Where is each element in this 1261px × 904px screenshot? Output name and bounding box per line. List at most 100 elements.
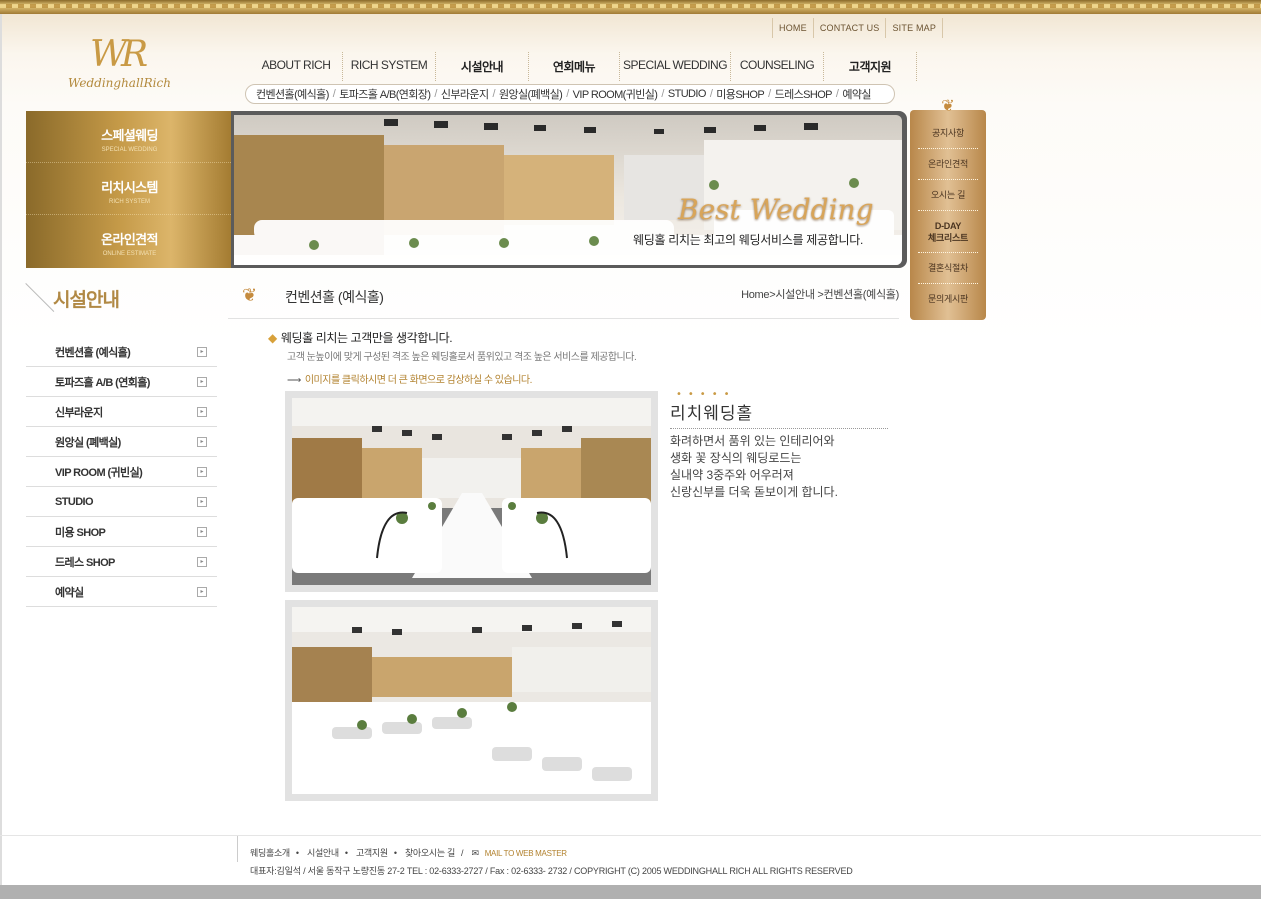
lnb-item-dress-shop[interactable]: 드레스 SHOP ▸: [26, 547, 217, 577]
subnav-topaz-hall[interactable]: 토파즈홀 A/B(연회장): [339, 86, 431, 102]
lnb-item-beauty-shop[interactable]: 미용 SHOP ▸: [26, 517, 217, 547]
quick-dday-label: D-DAY: [934, 221, 962, 231]
left-nav: 컨벤션홀 (예식홀) ▸ 토파즈홀 A/B (연회홀) ▸ 신부라운지 ▸ 원앙실 (…: [26, 337, 217, 607]
arrow-right-icon: ▸: [197, 496, 207, 507]
gnb-rich-system[interactable]: RICH SYSTEM: [343, 52, 436, 81]
lnb-item-convention-hall[interactable]: 컨벤션홀 (예식홀) ▸: [26, 337, 217, 367]
hall-photo-aisle[interactable]: [285, 391, 658, 592]
footer-link-directions[interactable]: 찾아오시는 길: [405, 848, 455, 858]
gnb-customer-support[interactable]: 고객지원: [824, 52, 917, 81]
subnav-beauty-shop[interactable]: 미용SHOP: [716, 86, 764, 102]
feature-online-estimate[interactable]: 온라인견적 ONLINE ESTIMATE: [26, 215, 233, 267]
subnav-separator: /: [332, 88, 336, 100]
page-title: 컨벤션홀 (예식홀): [285, 289, 384, 305]
mail-icon: ✉: [471, 848, 479, 858]
footer-link-about[interactable]: 웨딩홀소개: [250, 848, 290, 858]
subnav-separator: /: [709, 88, 713, 100]
footer: 웨딩홀소개 • 시설안내 • 고객지원 • 찾아오시는 길 / ✉ MAIL TO WEB…: [0, 835, 1261, 886]
hall-photo-seating[interactable]: [285, 600, 658, 801]
quick-notice[interactable]: 공지사항: [918, 118, 978, 149]
lnb-item-bride-lounge[interactable]: 신부라운지 ▸: [26, 397, 217, 427]
subnav-bride-lounge[interactable]: 신부라운지: [441, 86, 489, 102]
content-header: ❦ 컨벤션홀 (예식홀) Home>시설안내 >컨벤션홀(예식홀): [228, 280, 899, 319]
feature-sublabel: RICH SYSTEM: [108, 199, 150, 205]
subnav-studio[interactable]: STUDIO: [668, 88, 707, 100]
ornament-icon: ❦: [941, 96, 955, 115]
lnb-item-studio[interactable]: STUDIO ▸: [26, 487, 217, 517]
subnav-separator: /: [835, 88, 839, 100]
lnb-item-reservation[interactable]: 예약실 ▸: [26, 577, 217, 607]
footer-bullet: •: [344, 848, 348, 858]
arrow-right-icon: ▸: [197, 406, 207, 417]
quick-inquiry-board[interactable]: 문의게시판: [918, 284, 978, 314]
logo-mark: WR: [90, 34, 148, 75]
logo-text: WeddinghallRich: [68, 76, 171, 90]
bottom-bar: [0, 885, 1261, 899]
arrow-right-icon: ▸: [197, 346, 207, 357]
lnb-label: 토파즈홀 A/B (연회홀): [55, 376, 150, 389]
gnb-counseling[interactable]: COUNSELING: [731, 52, 824, 81]
util-contact-link[interactable]: CONTACT US: [812, 18, 886, 38]
lnb-label: 예약실: [55, 586, 84, 599]
feature-rich-system[interactable]: 리치시스템 RICH SYSTEM: [26, 163, 233, 215]
quick-checklist-label: 체크리스트: [928, 233, 968, 243]
feature-sublabel: ONLINE ESTIMATE: [102, 251, 157, 257]
util-home-link[interactable]: HOME: [772, 18, 813, 38]
footer-link-support[interactable]: 고객지원: [356, 848, 388, 858]
site-logo[interactable]: WR WeddinghallRich: [68, 34, 200, 96]
quick-dday-checklist[interactable]: D-DAY 체크리스트: [918, 211, 978, 253]
subnav-separator: /: [661, 88, 664, 100]
subnav-vip-room[interactable]: VIP ROOM(귀빈실): [573, 86, 658, 102]
description-divider: [670, 428, 888, 429]
arrow-right-icon: ▸: [197, 586, 207, 597]
gnb-facilities[interactable]: 시설안내: [436, 52, 529, 81]
page-left-border: [0, 14, 2, 894]
feature-label: 온라인견적: [101, 232, 158, 247]
lnb-label: 신부라운지: [55, 406, 103, 419]
util-sitemap-link[interactable]: SITE MAP: [885, 18, 944, 38]
subnav-reservation[interactable]: 예약실: [842, 86, 871, 102]
main-banner: Best Wedding 웨딩홀 리치는 최고의 웨딩서비스를 제공합니다.: [231, 111, 907, 268]
quick-online-estimate[interactable]: 온라인견적: [918, 149, 978, 180]
intro-heading: ◆ 웨딩홀 리치는 고객만을 생각합니다.: [268, 329, 453, 346]
lnb-item-topaz-hall[interactable]: 토파즈홀 A/B (연회홀) ▸: [26, 367, 217, 397]
intro-heading-text: 웨딩홀 리치는 고객만을 생각합니다.: [280, 331, 453, 345]
feature-label: 스페셜웨딩: [101, 128, 158, 143]
bullet-leaf-icon: ◆: [268, 331, 277, 345]
quick-ceremony-procedure[interactable]: 결혼식절차: [918, 253, 978, 284]
subnav-separator: /: [492, 88, 495, 100]
mail-webmaster-link[interactable]: MAIL TO WEB MASTER: [485, 849, 567, 858]
lnb-item-pyebaek-room[interactable]: 원앙실 (폐백실) ▸: [26, 427, 217, 457]
description-title: 리치웨딩홀: [670, 404, 754, 423]
gnb-banquet-menu[interactable]: 연회메뉴: [529, 52, 620, 81]
description-line: 화려하면서 품위 있는 인테리어와: [670, 434, 835, 448]
utility-nav: HOME CONTACT US SITE MAP: [772, 18, 944, 38]
banner-subtitle: 웨딩홀 리치는 최고의 웨딩서비스를 제공합니다.: [633, 233, 863, 247]
click-hint-text: 이미지를 클릭하시면 더 큰 화면으로 감상하실 수 있습니다.: [304, 375, 533, 386]
banner-title: Best Wedding: [678, 193, 874, 226]
arrow-right-icon: ▸: [197, 376, 207, 387]
subnav-dress-shop[interactable]: 드레스SHOP: [775, 86, 833, 102]
side-section-title: 시설안내: [0, 283, 226, 343]
gnb-special-wedding[interactable]: SPECIAL WEDDING: [620, 52, 731, 81]
lnb-item-vip-room[interactable]: VIP ROOM (귀빈실) ▸: [26, 457, 217, 487]
ornament-icon: ❦: [242, 285, 258, 306]
breadcrumb: Home>시설안내 >컨벤션홀(예식홀): [741, 289, 899, 301]
subnav-convention-hall[interactable]: 컨벤션홀(예식홀): [256, 86, 329, 102]
feature-special-wedding[interactable]: 스페셜웨딩 SPECIAL WEDDING: [26, 111, 233, 163]
gnb-about-rich[interactable]: ABOUT RICH: [250, 52, 343, 81]
footer-links: 웨딩홀소개 • 시설안내 • 고객지원 • 찾아오시는 길 / ✉ MAIL TO WEB…: [250, 846, 573, 859]
subnav-pyebaek-room[interactable]: 원앙실(폐백실): [499, 86, 563, 102]
hall-photo-image: [292, 607, 651, 794]
hall-photo-image: [292, 398, 651, 585]
top-decor-strip: [0, 0, 1261, 14]
side-title-text: 시설안내: [53, 290, 120, 311]
quick-directions[interactable]: 오시는 길: [918, 180, 978, 211]
arrow-right-icon: ▸: [197, 556, 207, 567]
footer-divider: [237, 836, 238, 862]
footer-address: 대표자:김일석 / 서울 동작구 노량진동 27-2 TEL : 02-6333…: [250, 866, 853, 876]
subnav-separator: /: [434, 88, 437, 100]
footer-link-facilities[interactable]: 시설안내: [307, 848, 339, 858]
feature-label: 리치시스템: [101, 180, 158, 195]
lnb-label: 컨벤션홀 (예식홀): [55, 346, 131, 359]
